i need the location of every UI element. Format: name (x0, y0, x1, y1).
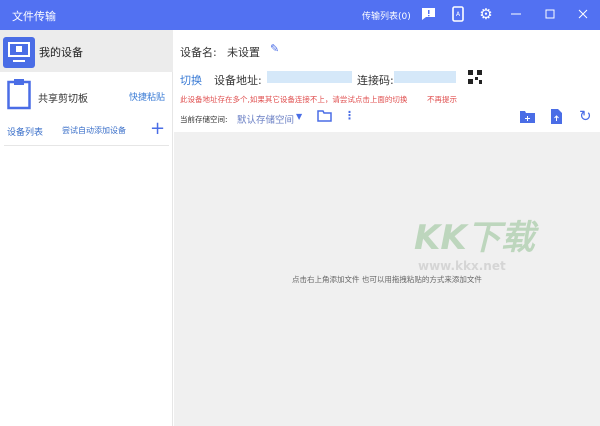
close-icon[interactable] (575, 6, 591, 22)
gear-icon[interactable]: ⚙ (478, 5, 494, 23)
folder-icon[interactable] (317, 110, 332, 125)
code-value (394, 71, 456, 83)
app-title: 文件传输 (12, 10, 56, 23)
clipboard-icon (7, 78, 31, 110)
upload-file-icon[interactable] (551, 109, 562, 127)
divider (4, 145, 169, 146)
storage-select[interactable]: 默认存储空间 (237, 112, 294, 126)
address-label: 设备地址: (214, 74, 262, 87)
phone-icon[interactable]: A (450, 6, 466, 22)
device-info: 设备名: 未设置 ✎ 切换 设备地址: 连接码: 此设备地址存在多个,如果其它设… (174, 30, 600, 132)
device-name-label: 设备名: (180, 46, 217, 59)
svg-text:A: A (456, 11, 461, 18)
feedback-icon[interactable] (420, 6, 436, 22)
quick-paste-link[interactable]: 快捷粘贴 (129, 90, 165, 103)
new-folder-icon[interactable] (520, 111, 535, 126)
sidebar: 我的设备 共享剪切板 快捷粘贴 设备列表 尝试自动添加设备 + (0, 30, 173, 426)
computer-icon (3, 37, 35, 68)
code-label: 连接码: (357, 74, 394, 87)
transfer-list-button[interactable]: 传输列表(0) (362, 9, 411, 22)
no-remind-link[interactable]: 不再提示 (427, 94, 457, 105)
chevron-down-icon[interactable]: ▼ (296, 112, 302, 121)
title-bar: 文件传输 传输列表(0) A ⚙ (0, 0, 600, 30)
device-name-value: 未设置 (227, 46, 260, 59)
address-warning: 此设备地址存在多个,如果其它设备连接不上，请尝试点击上面的切换 (180, 95, 408, 104)
minimize-icon[interactable] (508, 6, 524, 22)
refresh-icon[interactable]: ↻ (579, 107, 592, 125)
my-device-item[interactable]: 我的设备 (0, 30, 173, 72)
my-device-label: 我的设备 (39, 46, 83, 59)
address-value (267, 71, 352, 83)
more-icon[interactable]: ⋮ (344, 109, 355, 122)
device-list-label: 设备列表 (7, 128, 44, 138)
watermark: KK下载 www.kkx.net (414, 218, 535, 273)
switch-link[interactable]: 切换 (180, 72, 202, 88)
storage-label: 当前存储空间: (180, 115, 228, 124)
empty-hint: 点击右上角添加文件 也可以用拖拽粘贴的方式来添加文件 (292, 275, 482, 284)
auto-add-device-link[interactable]: 尝试自动添加设备 (62, 125, 126, 136)
edit-icon[interactable]: ✎ (270, 42, 279, 55)
clipboard-label[interactable]: 共享剪切板 (38, 90, 88, 105)
add-device-button[interactable]: + (150, 118, 165, 139)
main-panel: 设备名: 未设置 ✎ 切换 设备地址: 连接码: 此设备地址存在多个,如果其它设… (174, 30, 600, 426)
maximize-icon[interactable] (542, 6, 558, 22)
qr-code-icon[interactable] (468, 70, 482, 87)
